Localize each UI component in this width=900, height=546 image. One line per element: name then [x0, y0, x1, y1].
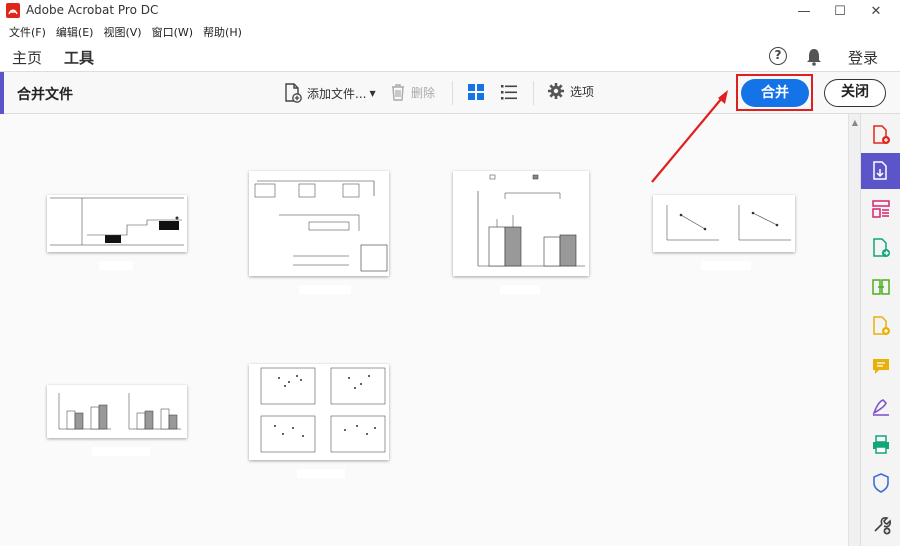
trash-icon	[392, 84, 404, 101]
compare-files-icon[interactable]	[861, 269, 900, 305]
document-preview	[477, 174, 585, 267]
files-canvas	[0, 90, 860, 546]
window-title: Adobe Acrobat Pro DC	[26, 3, 159, 17]
menu-edit[interactable]: 编辑(E)	[51, 24, 99, 40]
file-thumbnail-5[interactable]	[47, 385, 187, 438]
menu-help[interactable]: 帮助(H)	[198, 24, 247, 40]
help-icon[interactable]: ?	[769, 47, 787, 65]
grid-view-icon	[468, 84, 484, 100]
tab-home[interactable]: 主页	[12, 47, 42, 68]
file-thumbnail-4[interactable]	[653, 195, 795, 252]
top-nav: 主页 工具 ? 登录	[0, 42, 900, 74]
close-window-button[interactable]: ✕	[858, 0, 894, 22]
file-name-label	[299, 285, 351, 294]
file-name-label	[500, 285, 540, 294]
file-name-label	[701, 261, 751, 270]
red-arrow-annotation	[651, 90, 728, 183]
toolbar-accent-bar	[0, 72, 4, 114]
document-preview	[260, 367, 386, 453]
notification-bell-icon[interactable]	[806, 48, 822, 66]
protect-icon[interactable]	[861, 465, 900, 501]
menu-file[interactable]: 文件(F)	[4, 24, 51, 40]
file-thumbnail-3[interactable]	[453, 171, 589, 276]
edit-pdf-icon[interactable]	[861, 308, 900, 344]
more-tools-icon[interactable]	[861, 507, 900, 543]
menu-view[interactable]: 视图(V)	[98, 24, 146, 40]
toolbar-divider	[533, 81, 534, 105]
add-files-button[interactable]: 添加文件... ▼	[283, 82, 376, 104]
print-production-icon[interactable]	[861, 426, 900, 462]
file-name-label	[297, 469, 345, 478]
file-name-label	[99, 261, 133, 270]
document-preview	[50, 197, 184, 246]
export-pdf-icon[interactable]	[861, 153, 900, 189]
delete-label: 删除	[411, 85, 436, 100]
title-bar: Adobe Acrobat Pro DC — ☐ ✕	[0, 0, 900, 22]
menu-window[interactable]: 窗口(W)	[147, 24, 198, 40]
organize-pages-icon[interactable]	[861, 191, 900, 227]
options-label: 选项	[570, 84, 595, 99]
document-preview	[666, 205, 791, 241]
acrobat-logo-icon	[6, 3, 20, 18]
login-button[interactable]: 登录	[848, 47, 878, 68]
file-thumbnail-1[interactable]	[47, 195, 187, 252]
grid-view-button[interactable]	[467, 83, 485, 101]
send-for-review-icon[interactable]	[861, 230, 900, 266]
options-button[interactable]: 选项	[547, 82, 594, 100]
menu-bar: 文件(F) 编辑(E) 视图(V) 窗口(W) 帮助(H)	[0, 22, 900, 42]
document-preview	[58, 393, 181, 430]
comment-icon[interactable]	[861, 348, 900, 384]
tab-tools[interactable]: 工具	[61, 47, 97, 74]
delete-button[interactable]: 删除	[389, 82, 435, 102]
merge-button[interactable]: 合并	[741, 79, 809, 107]
list-view-button[interactable]	[500, 83, 518, 101]
create-pdf-icon[interactable]	[861, 117, 900, 153]
tools-rail	[860, 114, 900, 546]
toolbar-divider	[452, 81, 453, 105]
file-name-label	[92, 447, 150, 456]
document-preview	[254, 180, 388, 272]
fill-sign-icon[interactable]	[861, 388, 900, 424]
minimize-button[interactable]: —	[786, 0, 822, 22]
add-file-icon	[285, 83, 302, 103]
rail-scroll-strip[interactable]: ▲	[848, 114, 860, 546]
list-view-icon	[501, 85, 517, 100]
add-files-label: 添加文件...	[307, 86, 367, 101]
tool-title: 合并文件	[17, 87, 73, 103]
maximize-button[interactable]: ☐	[822, 0, 858, 22]
file-thumbnail-2[interactable]	[249, 171, 389, 276]
close-tool-button[interactable]: 关闭	[824, 79, 886, 107]
file-thumbnail-6[interactable]	[249, 364, 389, 460]
gear-icon	[548, 83, 564, 99]
chevron-down-icon: ▼	[369, 88, 376, 98]
